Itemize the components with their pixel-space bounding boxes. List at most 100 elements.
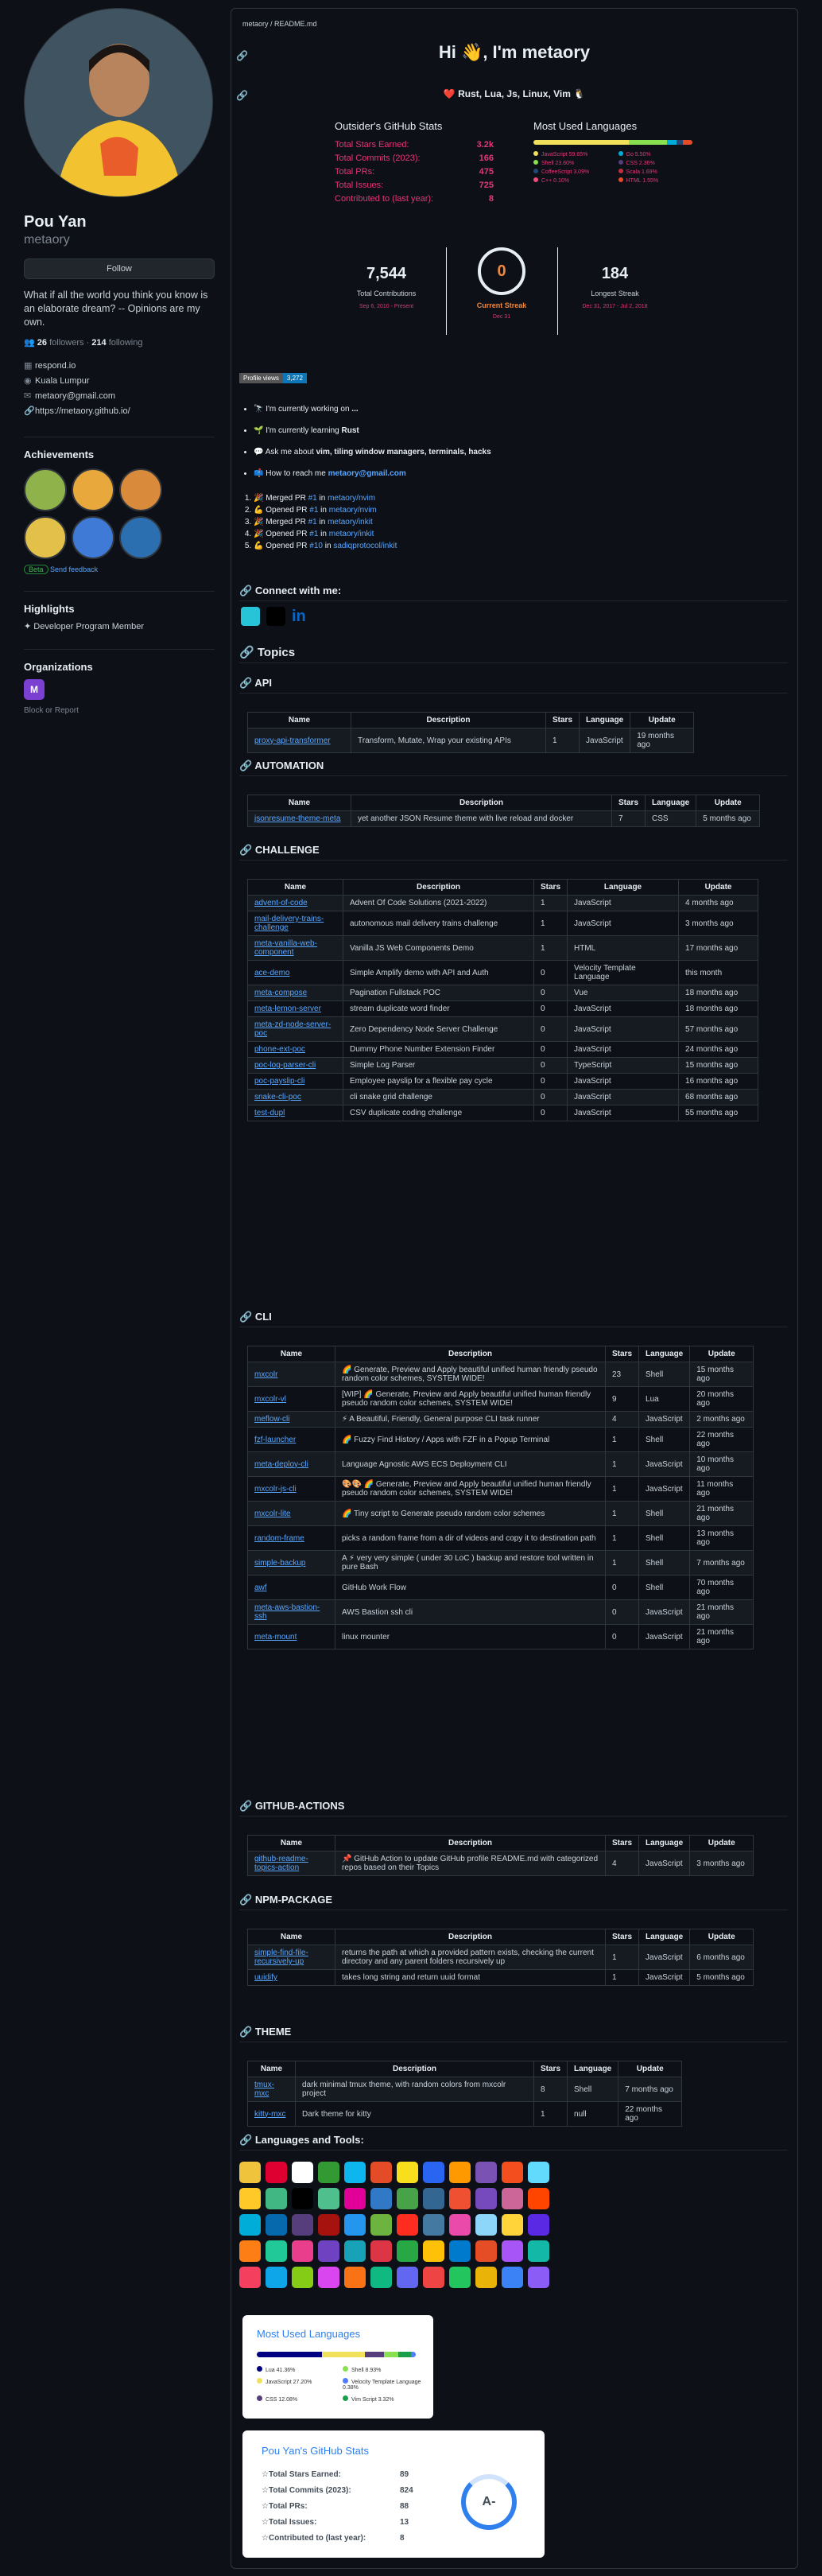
anchor-link-icon[interactable]: 🔗 <box>239 2134 252 2146</box>
tool-icon[interactable] <box>266 2240 287 2262</box>
repo-link[interactable]: snake-cli-poc <box>254 1093 301 1102</box>
tool-icon[interactable] <box>318 2267 339 2288</box>
tool-icon[interactable] <box>370 2162 392 2183</box>
repo-link[interactable]: random-frame <box>254 1534 304 1543</box>
repo-link[interactable]: poc-log-parser-cli <box>254 1061 316 1070</box>
followers-label[interactable]: followers <box>49 338 83 348</box>
tool-icon[interactable] <box>266 2162 287 2183</box>
linkedin-icon[interactable]: in <box>292 607 311 626</box>
following-count[interactable]: 214 <box>91 338 106 348</box>
tool-icon[interactable] <box>292 2214 313 2236</box>
tool-icon[interactable] <box>502 2267 523 2288</box>
tool-icon[interactable] <box>423 2188 444 2209</box>
repo-link[interactable]: poc-payslip-cli <box>254 1077 304 1086</box>
achievement-badge[interactable] <box>72 468 114 511</box>
repo-link[interactable]: metaory/inkit <box>329 530 374 538</box>
tool-icon[interactable] <box>528 2267 549 2288</box>
follow-button[interactable]: Follow <box>24 258 215 279</box>
tool-icon[interactable] <box>239 2267 261 2288</box>
anchor-link-icon[interactable]: 🔗 <box>236 90 248 101</box>
tool-icon[interactable] <box>318 2214 339 2236</box>
tool-icon[interactable] <box>423 2162 444 2183</box>
repo-link[interactable]: phone-ext-poc <box>254 1045 305 1054</box>
tool-icon[interactable] <box>344 2267 366 2288</box>
repo-link[interactable]: advent-of-code <box>254 899 308 907</box>
tool-icon[interactable] <box>449 2214 471 2236</box>
repo-link[interactable]: metaory/nvim <box>328 494 375 503</box>
repo-link[interactable]: meta-compose <box>254 989 307 997</box>
following-label[interactable]: following <box>109 338 143 348</box>
pr-link[interactable]: #1 <box>308 518 317 526</box>
anchor-link-icon[interactable]: 🔗 <box>239 1311 252 1323</box>
email[interactable]: metaory@gmail.com <box>35 391 115 401</box>
dev-icon[interactable] <box>241 607 260 626</box>
anchor-link-icon[interactable]: 🔗 <box>239 2026 252 2038</box>
repo-link[interactable]: meta-zd-node-server-poc <box>254 1020 331 1038</box>
tool-icon[interactable] <box>239 2240 261 2262</box>
org[interactable]: respond.io <box>35 361 76 371</box>
repo-link[interactable]: fzf-launcher <box>254 1436 296 1444</box>
breadcrumb[interactable]: metaory / README.md <box>242 20 317 28</box>
tool-icon[interactable] <box>528 2240 549 2262</box>
tool-icon[interactable] <box>423 2214 444 2236</box>
tool-icon[interactable] <box>528 2214 549 2236</box>
repo-link[interactable]: meta-mount <box>254 1633 297 1642</box>
tool-icon[interactable] <box>292 2240 313 2262</box>
tool-icon[interactable] <box>449 2162 471 2183</box>
anchor-link-icon[interactable]: 🔗 <box>239 1800 252 1812</box>
tool-icon[interactable] <box>292 2267 313 2288</box>
tool-icon[interactable] <box>397 2267 418 2288</box>
tool-icon[interactable] <box>266 2267 287 2288</box>
tool-icon[interactable] <box>344 2188 366 2209</box>
medium-icon[interactable] <box>266 607 285 626</box>
website[interactable]: https://metaory.github.io/ <box>35 406 130 416</box>
tool-icon[interactable] <box>370 2188 392 2209</box>
tool-icon[interactable] <box>266 2214 287 2236</box>
tool-icon[interactable] <box>502 2214 523 2236</box>
tool-icon[interactable] <box>318 2188 339 2209</box>
repo-link[interactable]: meta-vanilla-web-component <box>254 939 317 957</box>
pr-link[interactable]: #1 <box>309 506 318 515</box>
tool-icon[interactable] <box>370 2214 392 2236</box>
anchor-link-icon[interactable]: 🔗 <box>239 646 254 659</box>
repo-link[interactable]: awf <box>254 1583 267 1592</box>
anchor-link-icon[interactable]: 🔗 <box>239 760 252 771</box>
anchor-link-icon[interactable]: 🔗 <box>239 1894 252 1906</box>
repo-link[interactable]: meta-lemon-server <box>254 1004 321 1013</box>
anchor-link-icon[interactable]: 🔗 <box>239 844 252 856</box>
followers-count[interactable]: 26 <box>37 338 47 348</box>
tool-icon[interactable] <box>397 2162 418 2183</box>
tool-icon[interactable] <box>239 2162 261 2183</box>
tool-icon[interactable] <box>239 2188 261 2209</box>
repo-link[interactable]: tmux-mxc <box>254 2081 274 2098</box>
repo-link[interactable]: simple-backup <box>254 1559 305 1568</box>
tool-icon[interactable] <box>475 2188 497 2209</box>
achievement-badge[interactable] <box>119 468 162 511</box>
tool-icon[interactable] <box>528 2188 549 2209</box>
tool-icon[interactable] <box>266 2188 287 2209</box>
repo-link[interactable]: metaory/inkit <box>328 518 373 526</box>
repo-link[interactable]: ace-demo <box>254 969 289 977</box>
tool-icon[interactable] <box>502 2162 523 2183</box>
anchor-link-icon[interactable]: 🔗 <box>239 585 252 596</box>
repo-link[interactable]: sadiqprotocol/inkit <box>333 542 397 550</box>
block-report-link[interactable]: Block or Report <box>24 706 215 715</box>
pr-link[interactable]: #1 <box>309 530 318 538</box>
pr-link[interactable]: #1 <box>308 494 317 503</box>
repo-link[interactable]: test-dupl <box>254 1109 285 1117</box>
tool-icon[interactable] <box>475 2162 497 2183</box>
repo-link[interactable]: kitty-mxc <box>254 2110 285 2119</box>
repo-link[interactable]: github-readme-topics-action <box>254 1855 308 1872</box>
achievement-badge[interactable] <box>24 516 67 559</box>
tool-icon[interactable] <box>370 2240 392 2262</box>
tool-icon[interactable] <box>475 2214 497 2236</box>
tool-icon[interactable] <box>475 2240 497 2262</box>
tool-icon[interactable] <box>370 2267 392 2288</box>
tool-icon[interactable] <box>292 2188 313 2209</box>
tool-icon[interactable] <box>344 2240 366 2262</box>
repo-link[interactable]: jsonresume-theme-meta <box>254 814 340 823</box>
tool-icon[interactable] <box>449 2267 471 2288</box>
send-feedback-link[interactable]: Send feedback <box>50 565 98 573</box>
tool-icon[interactable] <box>502 2188 523 2209</box>
achievement-badge[interactable] <box>24 468 67 511</box>
